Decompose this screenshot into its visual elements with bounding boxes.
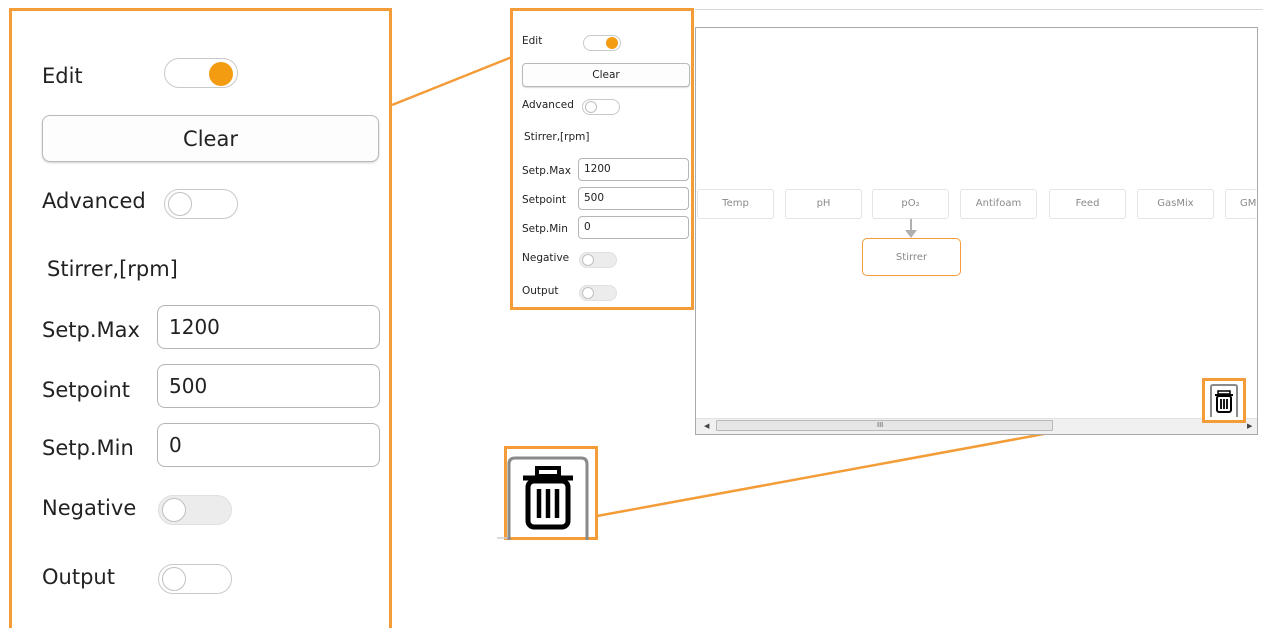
- edit-label: Edit: [42, 64, 83, 88]
- chip-temp[interactable]: Temp: [697, 189, 774, 219]
- advanced-toggle[interactable]: [582, 99, 620, 115]
- toggle-knob: [582, 254, 594, 266]
- stirrer-node[interactable]: Stirrer: [862, 238, 961, 276]
- flow-canvas[interactable]: [695, 27, 1258, 435]
- output-toggle[interactable]: [579, 285, 617, 301]
- setp-max-input[interactable]: 1200: [578, 158, 689, 181]
- negative-label: Negative: [522, 252, 570, 264]
- chip-feed[interactable]: Feed: [1049, 189, 1126, 219]
- toggle-knob: [582, 287, 594, 299]
- chip-ph[interactable]: pH: [785, 189, 862, 219]
- setp-min-input[interactable]: 0: [157, 423, 380, 467]
- negative-toggle[interactable]: [579, 252, 617, 268]
- scrollbar-thumb[interactable]: [716, 420, 1053, 431]
- toggle-knob: [162, 567, 186, 591]
- setp-min-label: Setp.Min: [42, 436, 134, 460]
- clear-button[interactable]: Clear: [42, 115, 379, 162]
- setp-min-input[interactable]: 0: [578, 216, 689, 239]
- trash-icon[interactable]: [1208, 383, 1240, 419]
- setpoint-input[interactable]: 500: [157, 364, 380, 408]
- advanced-toggle[interactable]: [164, 189, 238, 219]
- setp-max-label: Setp.Max: [42, 318, 140, 342]
- chip-antifoam[interactable]: Antifoam: [960, 189, 1037, 219]
- negative-label: Negative: [42, 496, 137, 520]
- setp-min-label: Setp.Min: [522, 223, 568, 235]
- setp-max-label: Setp.Max: [522, 165, 571, 177]
- clear-button[interactable]: Clear: [522, 63, 690, 87]
- edit-label: Edit: [522, 35, 543, 47]
- chip-gm[interactable]: GM: [1225, 189, 1257, 219]
- toggle-knob: [209, 62, 233, 86]
- setpoint-label: Setpoint: [42, 378, 131, 402]
- output-label: Output: [522, 285, 559, 297]
- scrollbar-grip: III: [877, 421, 884, 429]
- advanced-label: Advanced: [522, 99, 574, 111]
- scroll-right-icon[interactable]: ▶: [1247, 418, 1252, 434]
- chip-gasmix[interactable]: GasMix: [1137, 189, 1214, 219]
- edit-toggle[interactable]: [164, 58, 238, 88]
- toggle-knob: [585, 101, 597, 113]
- output-toggle[interactable]: [158, 564, 232, 594]
- scroll-left-icon[interactable]: ◀: [704, 418, 709, 434]
- chip-po2[interactable]: pO₂: [872, 189, 949, 219]
- setp-max-input[interactable]: 1200: [157, 305, 380, 349]
- toggle-knob: [606, 37, 618, 49]
- trash-icon-zoomed: [497, 456, 589, 540]
- output-label: Output: [42, 565, 115, 589]
- toggle-knob: [162, 498, 186, 522]
- connector-arrow: [905, 219, 917, 238]
- section-title: Stirrer,[rpm]: [47, 257, 178, 281]
- divider: [695, 9, 1263, 10]
- edit-toggle[interactable]: [583, 35, 621, 51]
- setpoint-label: Setpoint: [522, 194, 567, 206]
- negative-toggle[interactable]: [158, 495, 232, 525]
- toggle-knob: [168, 192, 192, 216]
- advanced-label: Advanced: [42, 189, 146, 213]
- zoomed-control-panel: Edit Clear Advanced Stirrer,[rpm] Setp.M…: [9, 8, 392, 628]
- control-panel: Edit Clear Advanced Stirrer,[rpm] Setp.M…: [510, 8, 694, 310]
- setpoint-input[interactable]: 500: [578, 187, 689, 210]
- section-title: Stirrer,[rpm]: [524, 131, 590, 143]
